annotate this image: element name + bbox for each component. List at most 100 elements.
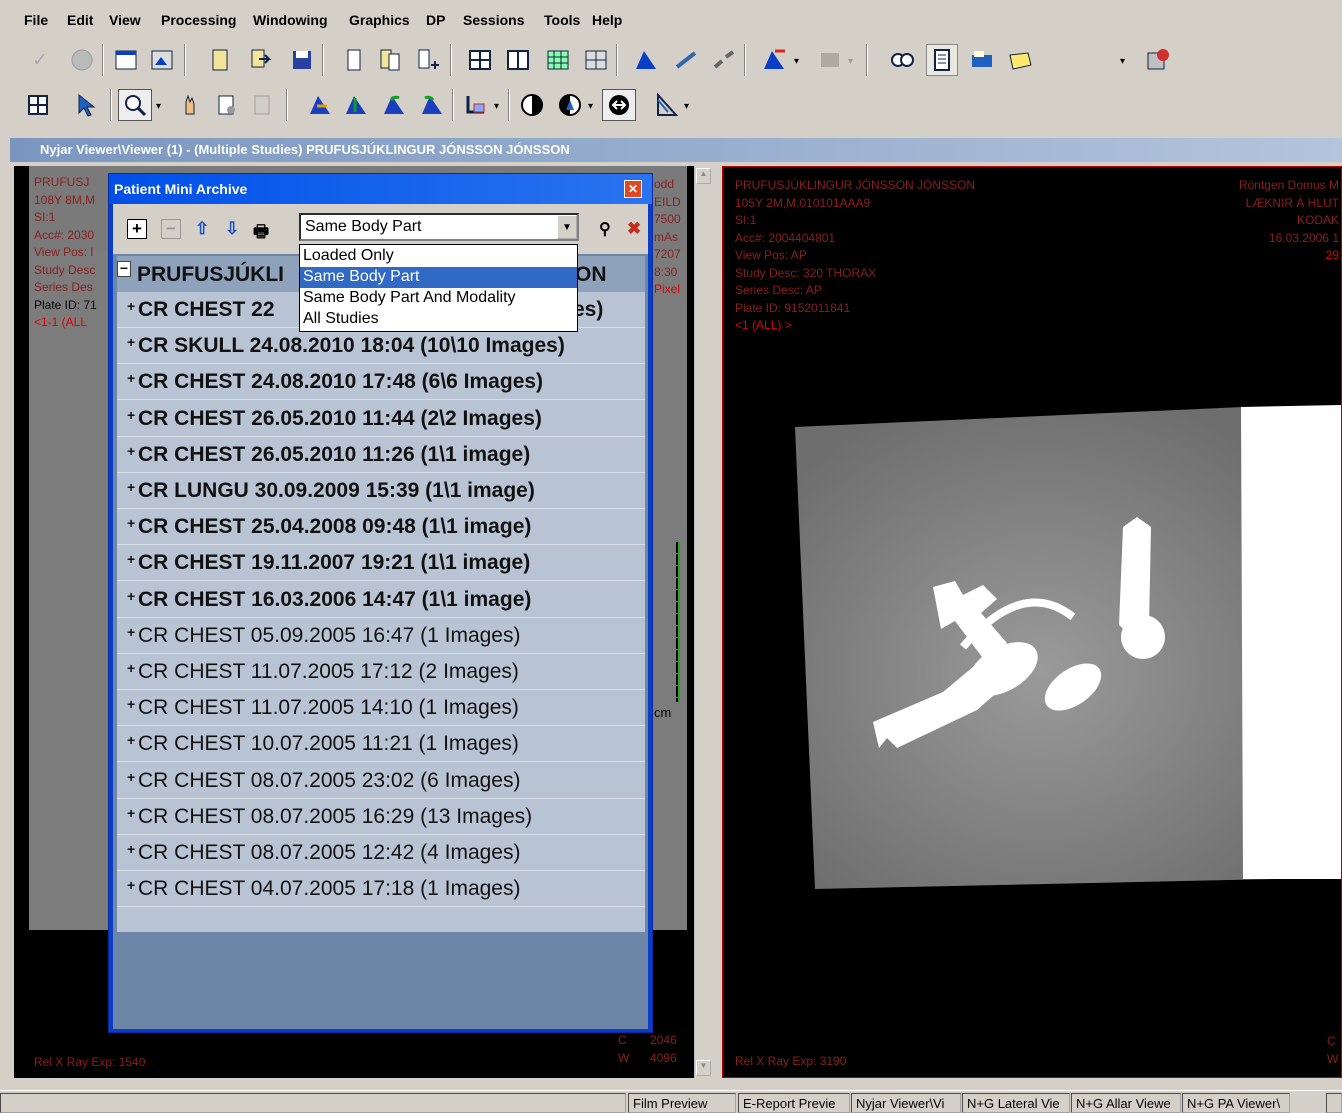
close-icon[interactable]: ✕ (624, 180, 642, 198)
invert-icon[interactable] (602, 89, 636, 121)
move-up-icon[interactable]: ⇧ (195, 219, 209, 239)
expand-icon[interactable]: + (127, 732, 135, 748)
menu-sessions[interactable]: Sessions (463, 12, 524, 28)
split-icon[interactable] (502, 44, 534, 76)
zoom-icon[interactable] (118, 89, 152, 121)
expand-icon[interactable]: + (127, 769, 135, 785)
chevron-down-icon[interactable]: ▾ (848, 56, 853, 67)
rotate-icon[interactable] (210, 89, 242, 121)
taskbar-film-preview[interactable]: Film Preview (628, 1093, 736, 1113)
study-row[interactable]: + CR SKULL 24.08.2010 18:04 (10\10 Images… (117, 328, 645, 365)
save-icon[interactable] (286, 44, 318, 76)
grid-icon[interactable] (542, 44, 574, 76)
link-icon[interactable] (670, 44, 702, 76)
study-row[interactable]: + CR CHEST 08.07.2005 12:42 (4 Images) (117, 835, 645, 871)
expand-icon[interactable]: + (127, 877, 135, 893)
chevron-down-icon[interactable]: ▾ (588, 101, 593, 112)
expand-icon[interactable]: + (127, 298, 135, 314)
chevron-down-icon[interactable]: ▾ (684, 101, 689, 112)
add-study-icon[interactable] (412, 44, 444, 76)
tool-a-icon[interactable] (630, 44, 662, 76)
menu-view[interactable]: View (109, 12, 141, 28)
expand-icon[interactable]: + (127, 334, 135, 350)
study-row[interactable]: + CR CHEST 16.03.2006 14:47 (1\1 image) (117, 582, 645, 618)
chevron-down-icon[interactable]: ▾ (494, 101, 499, 112)
rotate-right-icon[interactable] (416, 89, 448, 121)
check-icon[interactable]: ✓ (24, 44, 56, 76)
report-icon[interactable] (926, 44, 958, 76)
flip-h-icon[interactable] (304, 89, 336, 121)
unlink-icon[interactable] (708, 44, 740, 76)
right-viewport[interactable]: PRUFUSJÚKLINGUR JÓNSSON JÓNSSON 105Y 2M,… (722, 166, 1342, 1078)
menu-tools[interactable]: Tools (544, 12, 580, 28)
puzzle-icon[interactable] (146, 44, 178, 76)
study-row[interactable]: + CR CHEST 26.05.2010 11:26 (1\1 image) (117, 437, 645, 473)
menu-graphics[interactable]: Graphics (349, 12, 410, 28)
chevron-down-icon[interactable]: ▼ (557, 215, 577, 239)
expand-icon[interactable]: + (127, 805, 135, 821)
option-all-studies[interactable]: All Studies (300, 309, 577, 330)
circle-icon[interactable] (66, 44, 98, 76)
expand-icon[interactable]: + (127, 551, 135, 567)
contrast-icon[interactable] (516, 89, 548, 121)
roi-icon[interactable] (460, 89, 492, 121)
menu-dp[interactable]: DP (426, 12, 445, 28)
grid2-icon[interactable] (22, 89, 54, 121)
study-row[interactable]: + CR CHEST 05.09.2005 16:47 (1 Images) (117, 618, 645, 654)
search-icon[interactable]: ⚲ (599, 219, 611, 239)
document-icon[interactable] (338, 44, 370, 76)
menu-help[interactable]: Help (592, 12, 622, 28)
study-row[interactable]: + CR CHEST 04.07.2005 17:18 (1 Images) (117, 871, 645, 908)
taskbar-pa-viewer[interactable]: N+G PA Viewer\ (1182, 1093, 1290, 1113)
taskbar-nyjar-viewer[interactable]: Nyjar Viewer\Vi (851, 1093, 961, 1113)
settings-icon[interactable] (1142, 44, 1174, 76)
study-row[interactable]: + CR CHEST 26.05.2010 11:44 (2\2 Images) (117, 401, 645, 437)
flip-v-icon[interactable] (340, 89, 372, 121)
study-row[interactable]: + CR LUNGU 30.09.2009 15:39 (1\1 image) (117, 473, 645, 509)
study-row[interactable]: + CR CHEST 10.07.2005 11:21 (1 Images) (117, 726, 645, 763)
study-row[interactable]: + CR CHEST 11.07.2005 17:12 (2 Images) (117, 654, 645, 690)
collapse-all-icon[interactable]: − (161, 219, 181, 239)
study-row[interactable]: + CR CHEST 19.11.2007 19:21 (1\1 image) (117, 545, 645, 582)
chevron-down-icon[interactable]: ▾ (156, 101, 161, 112)
delete-icon[interactable]: ✖ (627, 219, 641, 239)
menu-processing[interactable]: Processing (161, 12, 236, 28)
expand-icon[interactable]: + (127, 588, 135, 604)
archive-title-bar[interactable]: Patient Mini Archive (109, 174, 652, 204)
hand-icon[interactable] (174, 89, 206, 121)
window-icon[interactable] (554, 89, 586, 121)
rotate-left-icon[interactable] (378, 89, 410, 121)
film-icon[interactable] (110, 44, 142, 76)
study-filter-select[interactable]: Same Body Part ▼ (299, 213, 579, 241)
measure-icon[interactable] (246, 89, 278, 121)
camera-icon[interactable] (886, 44, 918, 76)
expand-icon[interactable]: + (127, 479, 135, 495)
expand-icon[interactable]: + (127, 696, 135, 712)
study-row[interactable]: + CR CHEST 08.07.2005 23:02 (6 Images) (117, 763, 645, 799)
chevron-down-icon[interactable]: ▾ (1120, 56, 1125, 67)
book-icon[interactable] (204, 44, 236, 76)
study-icon[interactable] (374, 44, 406, 76)
study-row[interactable]: + CR CHEST 24.08.2010 17:48 (6\6 Images) (117, 364, 645, 401)
study-row[interactable]: + CR CHEST 08.07.2005 16:29 (13 Images) (117, 799, 645, 835)
collapse-icon[interactable]: − (117, 261, 131, 277)
expand-all-icon[interactable]: + (127, 219, 147, 239)
taskbar-lateral-viewer[interactable]: N+G Lateral Vie (962, 1093, 1070, 1113)
option-loaded-only[interactable]: Loaded Only (300, 246, 577, 267)
expand-icon[interactable]: + (127, 841, 135, 857)
study-row[interactable]: + CR CHEST 25.04.2008 09:48 (1\1 image) (117, 509, 645, 546)
pointer-icon[interactable] (68, 89, 100, 121)
print-icon[interactable]: 🖶 (253, 219, 269, 248)
expand-icon[interactable]: + (127, 370, 135, 386)
expand-icon[interactable]: + (127, 515, 135, 531)
study-row[interactable]: + CR CHEST 11.07.2005 14:10 (1 Images) (117, 690, 645, 727)
expand-icon[interactable]: + (127, 624, 135, 640)
menu-windowing[interactable]: Windowing (253, 12, 328, 28)
expand-icon[interactable]: + (127, 443, 135, 459)
angle-icon[interactable] (650, 89, 682, 121)
left-scrollbar[interactable]: ▲ ▼ (694, 166, 712, 1078)
menu-file[interactable]: File (24, 12, 48, 28)
layout-icon[interactable] (464, 44, 496, 76)
taskbar-allar-viewer[interactable]: N+G Allar Viewe (1071, 1093, 1181, 1113)
series-icon[interactable] (580, 44, 612, 76)
